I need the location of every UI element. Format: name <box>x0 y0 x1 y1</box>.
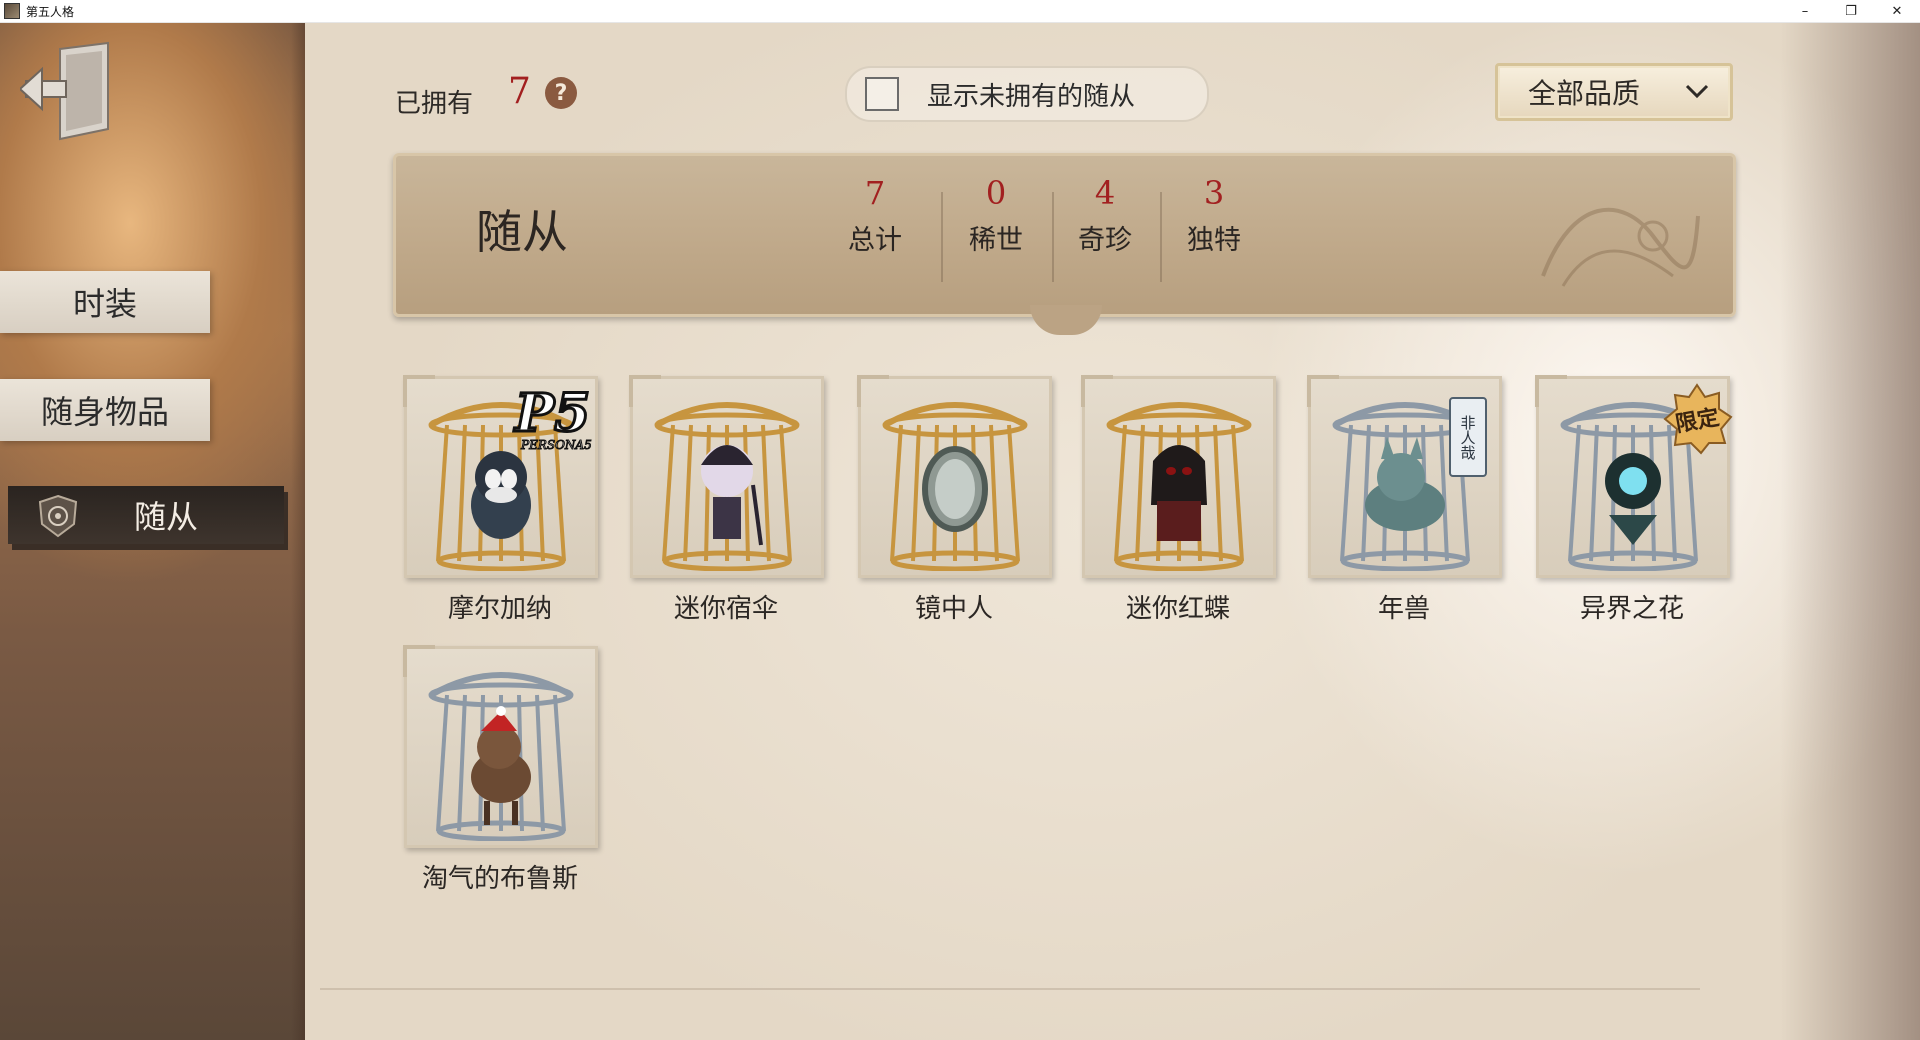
stat-rare-label: 稀世 <box>969 225 1023 256</box>
quality-filter-dropdown[interactable]: 全部品质 <box>1495 63 1733 121</box>
ornament-icon <box>1541 207 1700 287</box>
show-unowned-toggle[interactable]: 显示未拥有的随从 <box>845 66 1209 122</box>
app-icon <box>4 3 20 19</box>
companion-frame <box>1081 375 1276 578</box>
banner-notch <box>1030 305 1102 335</box>
window-title-bar: 第五人格 – ❐ ✕ <box>0 0 1920 23</box>
companion-card-mini-red-butterfly[interactable]: 迷你红蝶 <box>1081 375 1278 625</box>
companion-card-otherworld-flower[interactable]: 限定 异界之花 <box>1535 375 1733 625</box>
stat-exotic: 4 奇珍 <box>1050 174 1160 257</box>
gold-cage-icon <box>1106 402 1252 571</box>
companion-card-nian-beast[interactable]: 非人哉 年兽 <box>1307 375 1504 625</box>
sidebar: 时装 随身物品 随从 <box>0 23 305 1040</box>
show-unowned-label: 显示未拥有的随从 <box>927 81 1136 112</box>
tab-companions-label: 随从 <box>133 498 198 536</box>
stat-unique: 3 独特 <box>1159 174 1269 257</box>
companion-frame <box>403 645 598 848</box>
restore-button[interactable]: ❐ <box>1828 0 1874 22</box>
companion-name: 异界之花 <box>1579 594 1684 624</box>
companion-figure <box>701 445 763 546</box>
companion-card-mini-umbrella[interactable]: 迷你宿伞 <box>629 375 826 625</box>
companion-name: 迷你红蝶 <box>1125 594 1230 624</box>
companion-frame: 限定 <box>1535 375 1733 578</box>
companion-name: 年兽 <box>1377 594 1430 624</box>
companion-frame <box>629 375 824 578</box>
chevron-down-icon <box>1685 84 1709 99</box>
gold-cage-icon <box>882 402 1028 571</box>
stat-total-label: 总计 <box>848 225 902 256</box>
minimize-button[interactable]: – <box>1782 0 1828 22</box>
companion-frame: 非人哉 <box>1307 375 1502 578</box>
stat-total-value: 7 <box>864 174 886 212</box>
close-button[interactable]: ✕ <box>1874 0 1920 22</box>
tab-outfits[interactable]: 时装 <box>0 271 210 333</box>
limited-badge: 限定 <box>1661 383 1733 455</box>
stat-unique-label: 独特 <box>1187 225 1241 256</box>
banner-title: 随从 <box>476 205 568 259</box>
owned-label: 已拥有 <box>395 89 474 119</box>
companion-card-naughty-bruce[interactable]: 淘气的布鲁斯 <box>403 645 600 895</box>
companion-frame <box>857 375 1052 578</box>
stat-unique-value: 3 <box>1203 174 1225 212</box>
stat-rare: 0 稀世 <box>941 174 1051 257</box>
exit-door-icon <box>18 41 109 141</box>
divider <box>320 988 1700 990</box>
stat-exotic-value: 4 <box>1094 174 1116 212</box>
companion-emblem-icon <box>38 494 78 538</box>
window-controls: – ❐ ✕ <box>1782 0 1920 22</box>
companion-figure <box>1151 445 1207 541</box>
companion-name: 迷你宿伞 <box>673 594 778 624</box>
tab-outfits-label: 时装 <box>72 285 137 323</box>
companion-figure <box>922 446 988 532</box>
companion-figure <box>471 451 531 539</box>
stat-rare-value: 0 <box>985 174 1007 212</box>
companion-card-mirror-man[interactable]: 镜中人 <box>857 375 1054 625</box>
game-scene: 时装 随身物品 随从 已拥有 7 ? 显示未拥有的随从 全部品质 随从 7 总计… <box>0 23 1920 1040</box>
persona5-label: PERSONA5 <box>520 438 592 452</box>
owned-count: 7 <box>508 71 531 112</box>
window-title: 第五人格 <box>26 4 75 19</box>
stat-total: 7 总计 <box>820 174 930 257</box>
companion-card-morgana[interactable]: P5 PERSONA5 摩尔加纳 <box>403 375 600 625</box>
show-unowned-checkbox[interactable] <box>865 77 899 111</box>
exit-button[interactable] <box>18 41 116 141</box>
persona5-logo-icon: P5 PERSONA5 <box>512 382 593 453</box>
limited-badge-label: 限定 <box>1673 405 1722 438</box>
gold-cage-icon <box>654 402 800 571</box>
companion-name: 摩尔加纳 <box>447 594 552 624</box>
tab-accessories-label: 随身物品 <box>40 393 169 431</box>
companion-stats-banner: 随从 7 总计 0 稀世 4 奇珍 3 独特 <box>393 153 1736 317</box>
tab-accessories[interactable]: 随身物品 <box>0 379 210 441</box>
tab-companions[interactable]: 随从 <box>8 486 284 544</box>
silver-cage-icon <box>428 672 574 841</box>
companion-name: 淘气的布鲁斯 <box>421 864 578 894</box>
stat-exotic-label: 奇珍 <box>1078 225 1132 256</box>
svg-text:P5: P5 <box>513 383 590 444</box>
companion-frame: P5 PERSONA5 <box>403 375 598 578</box>
companion-name: 镜中人 <box>914 594 993 624</box>
collab-badge: 非人哉 <box>1449 397 1487 477</box>
quality-filter-value: 全部品质 <box>1528 77 1641 110</box>
help-icon[interactable]: ? <box>545 77 577 109</box>
